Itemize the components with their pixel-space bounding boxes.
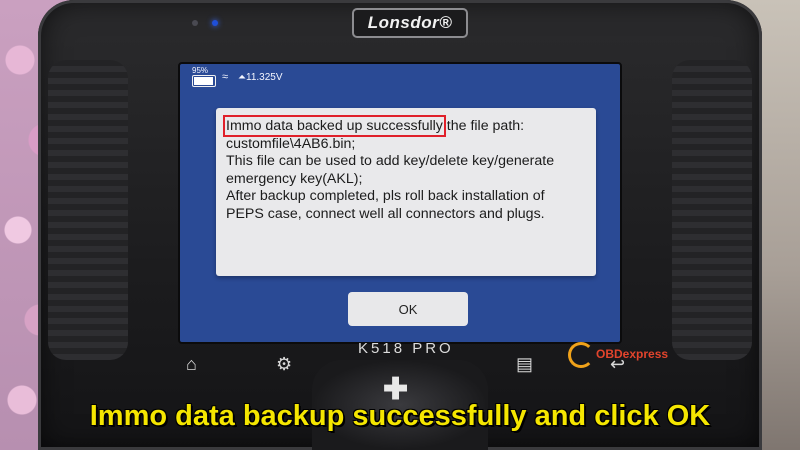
message-icon[interactable]: ▤ (516, 354, 533, 375)
message-line-6: PEPS case, connect well all connectors a… (226, 205, 545, 222)
ok-button[interactable]: OK (348, 292, 468, 326)
message-line-1-rest: the file path: (442, 118, 525, 134)
voltage-readout: ⏶11.325V (238, 72, 283, 83)
message-line-1: Immo data backed up successfully the fil… (223, 115, 588, 137)
gear-icon[interactable]: ⚙ (276, 354, 292, 375)
message-line-4: emergency key(AKL); (226, 170, 363, 187)
message-line-2: customfile\4AB6.bin; (226, 135, 356, 152)
watermark-ring-icon (568, 342, 594, 368)
video-caption: Immo data backup successfully and click … (89, 400, 711, 432)
voltage-value: 11.325V (246, 72, 283, 83)
wifi-icon: ≈ (222, 71, 229, 83)
dialog-message: Immo data backed up successfully the fil… (216, 108, 596, 223)
message-line-5: After backup completed, pls roll back in… (226, 188, 545, 204)
watermark-text: OBDexpress (596, 347, 669, 362)
home-icon[interactable]: ⌂ (186, 354, 197, 375)
watermark-logo: OBDexpress (568, 342, 668, 368)
highlighted-success-text: Immo data backed up successfully (223, 115, 446, 137)
led-icon (192, 20, 198, 26)
model-label: K518 PRO (358, 340, 454, 357)
status-bar: 95% ≈ ⏶11.325V (180, 64, 620, 90)
battery-indicator: 95% (192, 66, 216, 87)
power-led-icon (212, 20, 218, 26)
battery-percent: 95% (192, 66, 209, 75)
right-grip (672, 60, 752, 360)
battery-icon (192, 75, 216, 87)
message-line-3: This file can be used to add key/delete … (226, 153, 555, 169)
indicator-leds (192, 20, 218, 26)
left-grip (48, 60, 128, 360)
device-screen: 95% ≈ ⏶11.325V Immo data backed up succe… (178, 62, 622, 344)
brand-logo: Lonsdor® (352, 8, 468, 38)
message-dialog: Immo data backed up successfully the fil… (216, 108, 596, 276)
